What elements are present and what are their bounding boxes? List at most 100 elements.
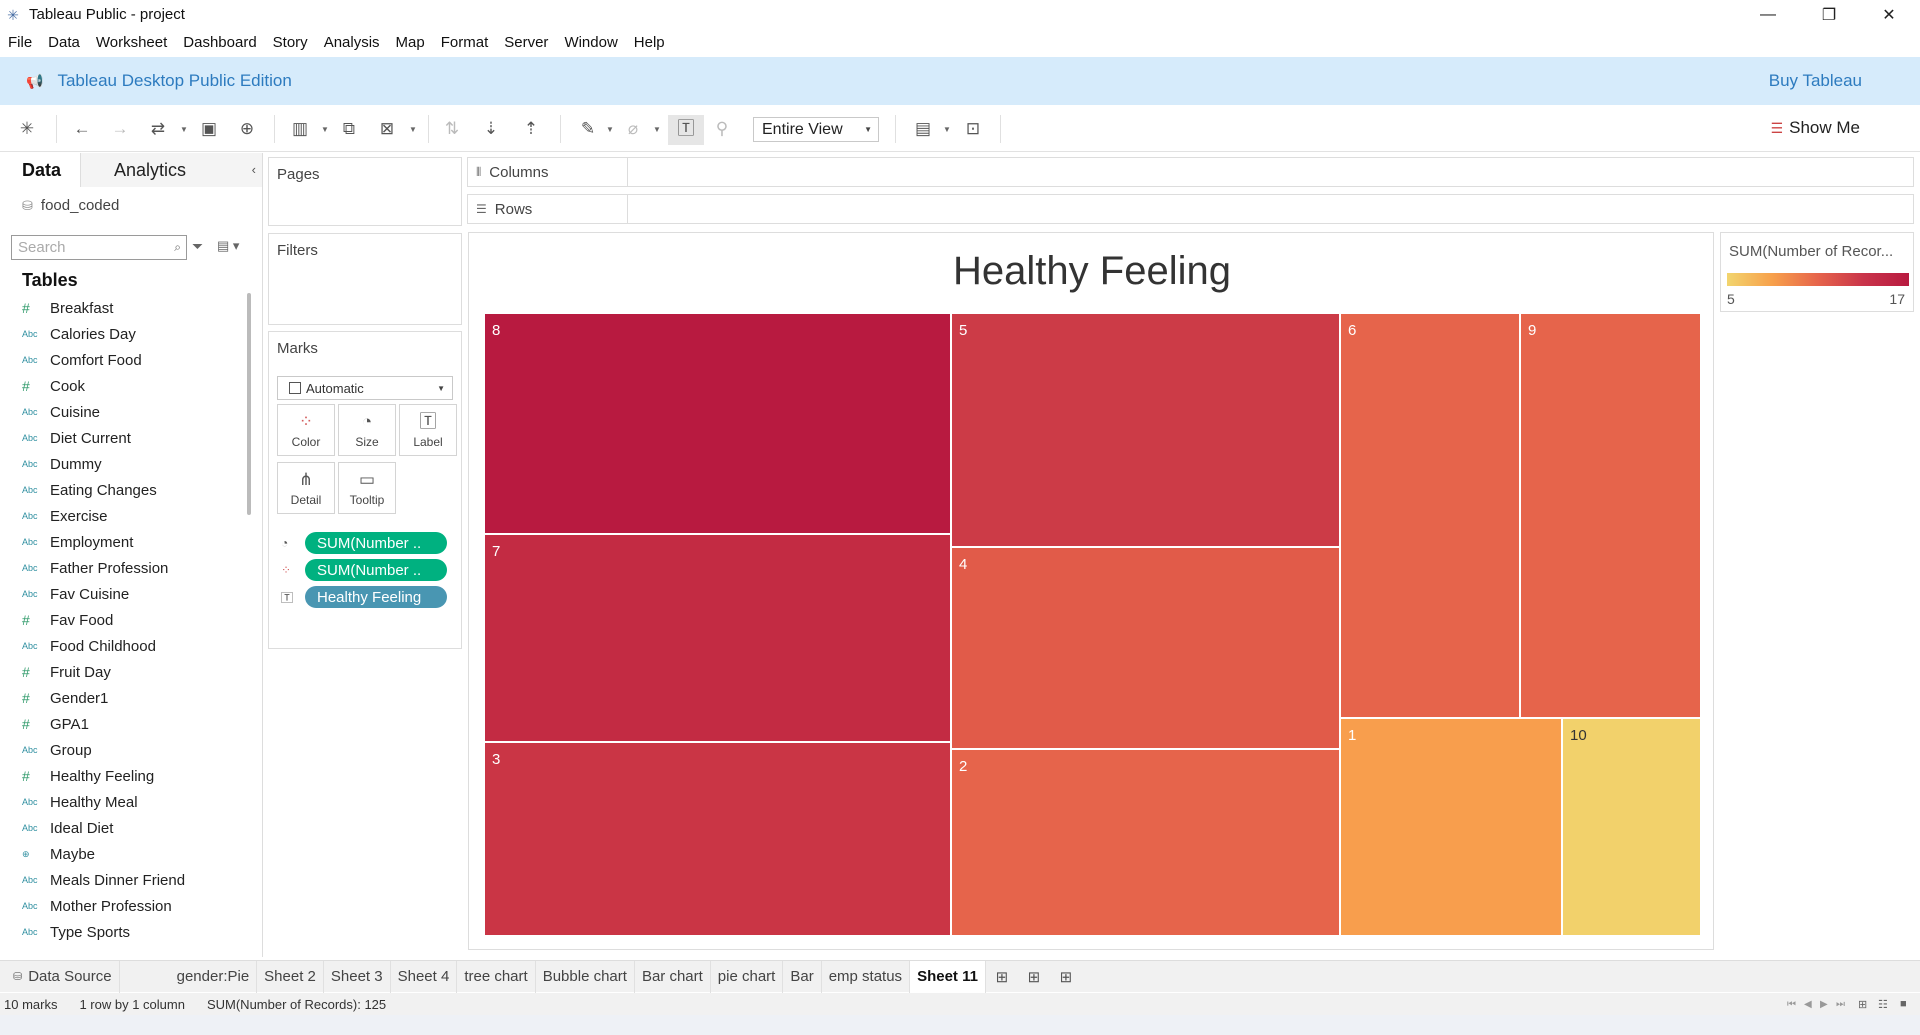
duplicate-sheet-icon[interactable]: ⧉ bbox=[338, 118, 360, 140]
tooltip-button[interactable]: ▭ Tooltip bbox=[338, 462, 396, 514]
highlight-icon[interactable]: ✎ bbox=[577, 118, 599, 140]
field-item[interactable]: # Gender1 bbox=[0, 685, 245, 711]
sheet-tab[interactable]: emp status bbox=[822, 960, 911, 993]
group-members-icon[interactable]: ⌀ bbox=[622, 118, 644, 140]
field-item[interactable]: Abc Exercise bbox=[0, 503, 245, 529]
treemap-tile[interactable]: 2 bbox=[951, 749, 1340, 936]
field-item[interactable]: Abc Mother Profession bbox=[0, 893, 245, 919]
field-item[interactable]: ⊕ Maybe bbox=[0, 841, 245, 867]
group-dropdown-icon[interactable]: ▼ bbox=[653, 125, 661, 134]
minimize-icon[interactable]: — bbox=[1739, 0, 1797, 29]
sheet-tab[interactable]: Sheet 4 bbox=[391, 960, 458, 993]
field-item[interactable]: Abc Cuisine bbox=[0, 399, 245, 425]
undo-icon[interactable]: ← bbox=[71, 118, 93, 140]
filter-icon[interactable]: ⏷ bbox=[192, 238, 203, 255]
clear-dropdown-icon[interactable]: ▼ bbox=[409, 125, 417, 134]
swap-rows-columns-icon[interactable]: ⇅ bbox=[441, 118, 463, 140]
menu-analysis[interactable]: Analysis bbox=[324, 34, 380, 51]
size-button[interactable]: ◔ Size bbox=[338, 404, 396, 456]
menu-map[interactable]: Map bbox=[396, 34, 425, 51]
last-sheet-icon[interactable]: ⏭ bbox=[1836, 999, 1845, 1010]
menu-file[interactable]: File bbox=[8, 34, 32, 51]
field-item[interactable]: Abc Eating Changes bbox=[0, 477, 245, 503]
fit-select[interactable]: Entire View ▼ bbox=[753, 117, 879, 142]
show-mark-labels-icon[interactable]: 🅃 bbox=[675, 118, 697, 140]
treemap-tile[interactable]: 1 bbox=[1340, 718, 1562, 936]
menu-server[interactable]: Server bbox=[504, 34, 548, 51]
sheet-tab[interactable]: tree chart bbox=[457, 960, 536, 993]
buy-tableau-link[interactable]: Buy Tableau bbox=[1769, 71, 1862, 91]
menu-window[interactable]: Window bbox=[564, 34, 617, 51]
field-item[interactable]: # GPA1 bbox=[0, 711, 245, 737]
sheet-tab[interactable]: pie chart bbox=[711, 960, 784, 993]
treemap-tile[interactable]: 5 bbox=[951, 313, 1340, 547]
field-item[interactable]: Abc Employment bbox=[0, 529, 245, 555]
sheet-tab[interactable]: Bar bbox=[783, 960, 822, 993]
field-item[interactable]: Abc Father Profession bbox=[0, 555, 245, 581]
restore-icon[interactable]: ❐ bbox=[1800, 0, 1858, 29]
field-item[interactable]: Abc Food Childhood bbox=[0, 633, 245, 659]
columns-shelf[interactable]: ⦀ Columns bbox=[467, 157, 1914, 187]
menu-format[interactable]: Format bbox=[441, 34, 489, 51]
field-item[interactable]: Abc Comfort Food bbox=[0, 347, 245, 373]
field-item[interactable]: Abc Dummy bbox=[0, 451, 245, 477]
field-item[interactable]: Abc Fav Cuisine bbox=[0, 581, 245, 607]
field-item[interactable]: Abc Calories Day bbox=[0, 321, 245, 347]
tab-analytics[interactable]: Analytics bbox=[80, 153, 262, 187]
highlight-dropdown-icon[interactable]: ▼ bbox=[606, 125, 614, 134]
menu-worksheet[interactable]: Worksheet bbox=[96, 34, 167, 51]
sheet-tab[interactable]: Sheet 3 bbox=[324, 960, 391, 993]
replay-dropdown-icon[interactable]: ▼ bbox=[180, 125, 188, 134]
treemap-tile[interactable]: 10 bbox=[1562, 718, 1701, 936]
sheet-sorter-icon[interactable]: ⊞ bbox=[1858, 998, 1867, 1011]
new-dashboard-icon[interactable]: ⊞ bbox=[1018, 968, 1050, 986]
menu-story[interactable]: Story bbox=[273, 34, 308, 51]
menu-data[interactable]: Data bbox=[48, 34, 80, 51]
tableau-start-icon[interactable]: ✳ bbox=[16, 118, 38, 140]
treemap-tile[interactable]: 6 bbox=[1340, 313, 1520, 718]
new-worksheet-dropdown-icon[interactable]: ▼ bbox=[321, 125, 329, 134]
close-icon[interactable]: ✕ bbox=[1860, 0, 1918, 29]
collapse-pane-icon[interactable]: ‹ bbox=[252, 153, 256, 187]
sheet-tab[interactable]: gender:Pie bbox=[170, 960, 258, 993]
color-legend[interactable]: SUM(Number of Recor... 5 17 bbox=[1720, 232, 1914, 312]
filmstrip-icon[interactable]: ☷ bbox=[1878, 998, 1888, 1011]
new-story-icon[interactable]: ⊞ bbox=[1050, 968, 1082, 986]
show-me-button[interactable]: ☰ Show Me bbox=[1771, 118, 1860, 138]
field-search-input[interactable]: Search ⌕ bbox=[11, 235, 187, 260]
redo-icon[interactable]: → bbox=[109, 118, 131, 140]
sheet-tab[interactable]: Bubble chart bbox=[536, 960, 635, 993]
label-button[interactable]: 🅃 Label bbox=[399, 404, 457, 456]
field-list-scrollbar[interactable] bbox=[247, 293, 251, 515]
treemap-tile[interactable]: 3 bbox=[484, 742, 951, 936]
save-icon[interactable]: ▣ bbox=[198, 118, 220, 140]
treemap-tile[interactable]: 7 bbox=[484, 534, 951, 742]
first-sheet-icon[interactable]: ⏮ bbox=[1787, 999, 1796, 1010]
sheet-tab[interactable]: Bar chart bbox=[635, 960, 711, 993]
field-item[interactable]: Abc Type Sports bbox=[0, 919, 245, 945]
datasource-item[interactable]: ⛁ food_coded bbox=[22, 197, 119, 214]
field-item[interactable]: Abc Diet Current bbox=[0, 425, 245, 451]
clear-sheet-icon[interactable]: ⊠ bbox=[376, 118, 398, 140]
menu-help[interactable]: Help bbox=[634, 34, 665, 51]
field-item[interactable]: Abc Group bbox=[0, 737, 245, 763]
treemap-tile[interactable]: 8 bbox=[484, 313, 951, 534]
show-cards-dropdown-icon[interactable]: ▼ bbox=[943, 125, 951, 134]
field-item[interactable]: # Healthy Feeling bbox=[0, 763, 245, 789]
sheet-tab[interactable]: Sheet 11 bbox=[910, 960, 986, 993]
mark-type-select[interactable]: Automatic ▼ bbox=[277, 376, 453, 400]
color-button[interactable]: ⁘ Color bbox=[277, 404, 335, 456]
field-item[interactable]: Abc Ideal Diet bbox=[0, 815, 245, 841]
filters-card[interactable]: Filters bbox=[268, 233, 462, 325]
detail-button[interactable]: ⋔ Detail bbox=[277, 462, 335, 514]
size-field-pill[interactable]: SUM(Number .. bbox=[305, 532, 447, 554]
field-item[interactable]: Abc Meals Dinner Friend bbox=[0, 867, 245, 893]
tab-data[interactable]: Data bbox=[0, 153, 80, 187]
field-item[interactable]: # Cook bbox=[0, 373, 245, 399]
field-item[interactable]: # Breakfast bbox=[0, 295, 245, 321]
tab-data-source[interactable]: ⛁ Data Source bbox=[6, 960, 120, 993]
menu-dashboard[interactable]: Dashboard bbox=[183, 34, 256, 51]
next-sheet-icon[interactable]: ▶ bbox=[1820, 999, 1828, 1010]
treemap-tile[interactable]: 9 bbox=[1520, 313, 1701, 718]
view-options-icon[interactable]: ▤ ▾ bbox=[217, 238, 239, 254]
